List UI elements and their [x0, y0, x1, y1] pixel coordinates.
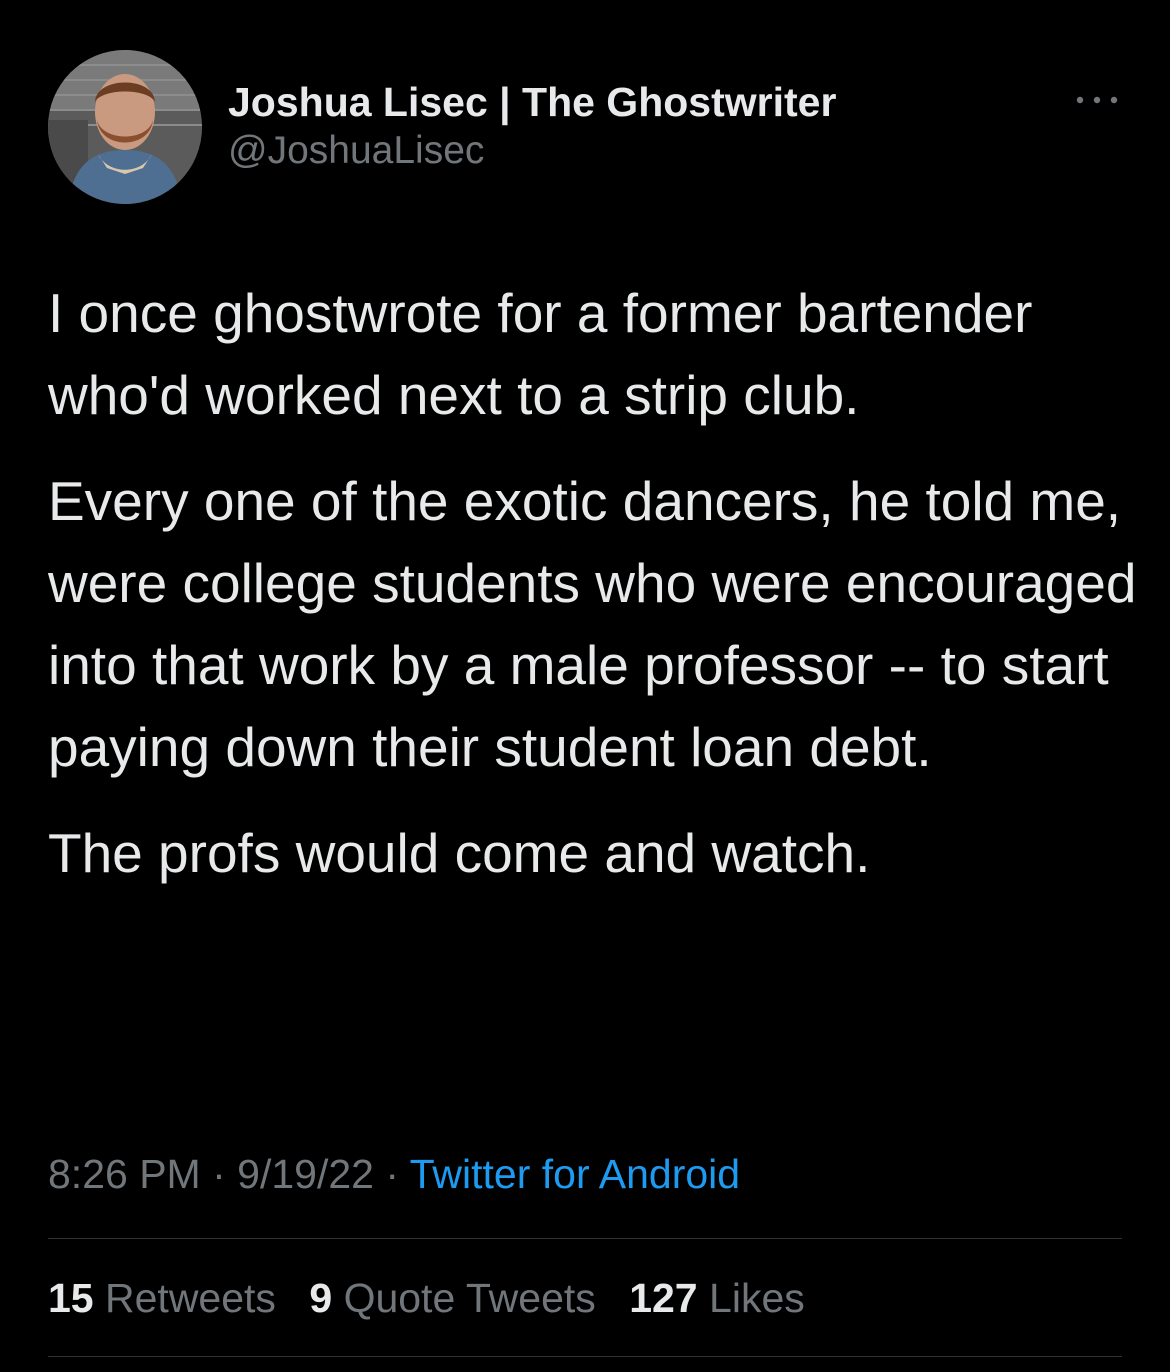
likes-stat[interactable]: 127 Likes: [629, 1270, 805, 1326]
tweet-paragraph: I once ghostwrote for a former bartender…: [48, 282, 1033, 426]
tweet-detail: Joshua Lisec | The Ghostwriter @JoshuaLi…: [0, 0, 1170, 1372]
meta-separator: ·: [373, 1151, 410, 1197]
tweet-text: I once ghostwrote for a former bartender…: [48, 272, 1138, 918]
quote-tweets-stat[interactable]: 9 Quote Tweets: [309, 1270, 595, 1326]
tweet-date[interactable]: 9/19/22: [237, 1151, 374, 1197]
author-names: Joshua Lisec | The Ghostwriter @JoshuaLi…: [228, 78, 836, 176]
avatar[interactable]: [48, 50, 202, 204]
divider: [48, 1356, 1122, 1357]
quote-tweets-label: Quote Tweets: [343, 1275, 596, 1321]
meta-separator: ·: [200, 1151, 238, 1197]
tweet-meta: 8:26 PM · 9/19/22 · Twitter for Android: [48, 1146, 740, 1202]
likes-label: Likes: [709, 1275, 805, 1321]
tweet-header: Joshua Lisec | The Ghostwriter @JoshuaLi…: [48, 50, 1122, 206]
tweet-paragraph: Every one of the exotic dancers, he told…: [48, 470, 1137, 778]
tweet-paragraph: The profs would come and watch.: [48, 822, 871, 884]
likes-count: 127: [629, 1275, 698, 1321]
tweet-stats: 15 Retweets 9 Quote Tweets 127 Likes: [48, 1270, 827, 1326]
author-handle[interactable]: @JoshuaLisec: [228, 126, 836, 176]
tweet-time[interactable]: 8:26 PM: [48, 1151, 201, 1197]
tweet-source-link[interactable]: Twitter for Android: [410, 1151, 740, 1197]
ellipsis-icon: [1076, 96, 1118, 104]
divider: [48, 1238, 1122, 1239]
retweets-label: Retweets: [105, 1275, 276, 1321]
retweets-stat[interactable]: 15 Retweets: [48, 1270, 276, 1326]
author-display-name[interactable]: Joshua Lisec | The Ghostwriter: [228, 78, 836, 126]
person-photo-avatar-icon: [48, 50, 202, 204]
more-options-button[interactable]: [1072, 90, 1122, 110]
retweets-count: 15: [48, 1275, 94, 1321]
quote-tweets-count: 9: [309, 1275, 333, 1321]
